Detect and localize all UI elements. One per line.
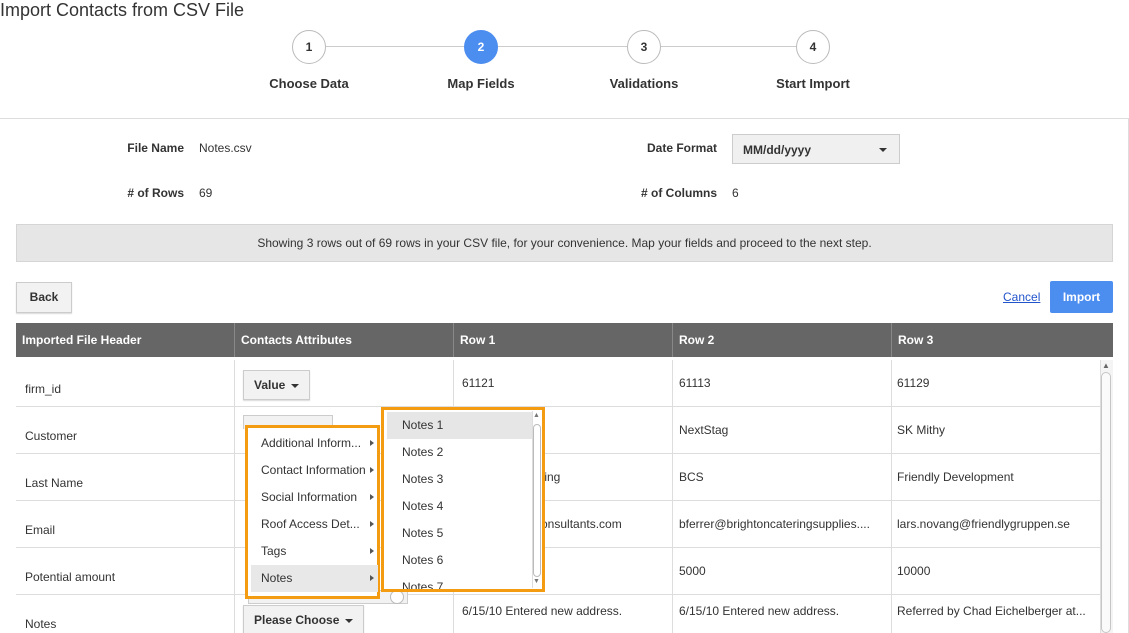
- caret-down-icon: [879, 148, 887, 152]
- table-row: firm_id Value 61121 61113 61129: [16, 360, 1100, 407]
- step-map-fields[interactable]: 2 Map Fields: [401, 30, 561, 91]
- step-label: Choose Data: [269, 76, 349, 91]
- chevron-right-icon: [370, 548, 374, 554]
- row1-cell: 6/15/10 Entered new address.: [454, 595, 673, 633]
- columns-value: 6: [732, 186, 739, 200]
- menu-item-tags[interactable]: Tags: [251, 538, 378, 565]
- row1-cell: 61121: [454, 360, 673, 407]
- row3-cell: 61129: [897, 376, 930, 390]
- imported-header-cell: Last Name: [16, 454, 235, 501]
- radio-icon: [390, 590, 404, 604]
- rows-value: 69: [199, 186, 213, 200]
- date-format-value: MM/dd/yyyy: [743, 143, 812, 157]
- table-row: Notes Please Choose 6/15/10 Entered new …: [16, 595, 1100, 633]
- imported-header-cell: Email: [16, 501, 235, 548]
- table-scrollbar-thumb[interactable]: [1101, 372, 1111, 633]
- table-row: Email onsultants.com bferrer@brightoncat…: [16, 501, 1100, 548]
- date-format-select[interactable]: MM/dd/yyyy: [732, 134, 900, 164]
- row3-cell: Referred by Chad Eichelberger at...: [897, 604, 1086, 618]
- chevron-right-icon: [370, 440, 374, 446]
- column-header: Row 3: [898, 333, 934, 347]
- scroll-up-icon[interactable]: ▲: [1102, 361, 1110, 370]
- submenu-item-notes-1[interactable]: Notes 1: [387, 412, 532, 439]
- column-header: Contacts Attributes: [235, 323, 454, 357]
- attribute-dropdown-label: Value: [254, 378, 286, 392]
- row2-cell: NextStag: [673, 407, 892, 454]
- date-format-label: Date Format: [646, 141, 717, 155]
- attribute-dropdown-button[interactable]: Please Choose: [243, 605, 364, 633]
- caret-down-icon: [344, 618, 353, 623]
- row2-cell: 5000: [673, 548, 892, 595]
- menu-item-label: Social Information: [261, 490, 358, 504]
- column-header: Row 2: [673, 323, 892, 357]
- table-row: Potential amount 5000 10000: [16, 548, 1100, 595]
- row3-cell: 10000: [897, 564, 931, 578]
- notes-submenu: Notes 1 Notes 2 Notes 3 Notes 4 Notes 5 …: [381, 407, 545, 592]
- caret-down-icon: [290, 383, 299, 388]
- table-row: Last Name ting BCS Friendly Development: [16, 454, 1100, 501]
- chevron-right-icon: [370, 467, 374, 473]
- row3-cell: SK Mithy: [897, 423, 946, 437]
- column-header: Imported File Header: [16, 323, 235, 357]
- step-label: Start Import: [776, 76, 850, 91]
- menu-item-social-information[interactable]: Social Information: [251, 484, 378, 511]
- menu-item-label: Notes: [261, 571, 293, 585]
- row2-cell: 6/15/10 Entered new address.: [673, 595, 892, 633]
- submenu-item-notes-2[interactable]: Notes 2: [387, 439, 532, 466]
- menu-item-contact-information[interactable]: Contact Information: [251, 457, 378, 484]
- step-start-import[interactable]: 4 Start Import: [733, 30, 893, 91]
- submenu-item-notes-4[interactable]: Notes 4: [387, 493, 532, 520]
- row2-cell: 61113: [673, 360, 892, 407]
- scroll-down-icon[interactable]: ▼: [533, 578, 540, 585]
- info-message: Showing 3 rows out of 69 rows in your CS…: [16, 224, 1113, 262]
- menu-item-notes[interactable]: Notes: [251, 565, 378, 592]
- chevron-right-icon: [370, 575, 374, 581]
- scroll-up-icon[interactable]: ▲: [533, 412, 540, 419]
- menu-item-label: Additional Inform...: [261, 436, 362, 450]
- menu-item-label: Contact Information: [261, 463, 366, 477]
- menu-item-roof-access-details[interactable]: Roof Access Det...: [251, 511, 378, 538]
- file-name-value: Notes.csv: [199, 141, 252, 155]
- back-button[interactable]: Back: [16, 282, 72, 313]
- row3-cell: lars.novang@friendlygruppen.se: [897, 517, 1070, 531]
- table-row: Customer NextStag SK Mithy: [16, 407, 1100, 454]
- table-header: Imported File Header Contacts Attributes…: [16, 323, 1113, 357]
- submenu-item-notes-5[interactable]: Notes 5: [387, 520, 532, 547]
- attribute-category-menu: Additional Inform... Contact Information…: [245, 425, 380, 599]
- menu-item-label: Roof Access Det...: [261, 517, 360, 531]
- imported-header-cell: Customer: [16, 407, 235, 454]
- step-validations[interactable]: 3 Validations: [564, 30, 724, 91]
- chevron-right-icon: [370, 521, 374, 527]
- step-number: 4: [796, 30, 830, 64]
- file-name-label: File Name: [127, 141, 184, 155]
- columns-label: # of Columns: [640, 186, 717, 200]
- step-number: 2: [464, 30, 498, 64]
- step-number: 3: [627, 30, 661, 64]
- rows-label: # of Rows: [127, 186, 184, 200]
- attribute-cell: Value: [235, 360, 454, 407]
- step-label: Map Fields: [447, 76, 515, 91]
- column-header: Row 1: [454, 323, 673, 357]
- submenu-item-notes-3[interactable]: Notes 3: [387, 466, 532, 493]
- menu-item-additional-information[interactable]: Additional Inform...: [251, 430, 378, 457]
- row2-cell: bferrer@brightoncateringsupplies....: [673, 501, 892, 548]
- row2-cell: BCS: [673, 454, 892, 501]
- imported-header-cell: firm_id: [16, 360, 235, 407]
- cancel-link[interactable]: Cancel: [1003, 290, 1040, 304]
- imported-header-cell: Potential amount: [16, 548, 235, 595]
- submenu-scrollbar-thumb[interactable]: [533, 424, 541, 577]
- step-number: 1: [292, 30, 326, 64]
- menu-item-label: Tags: [261, 544, 287, 558]
- attribute-dropdown-label: Please Choose: [254, 613, 340, 627]
- import-button[interactable]: Import: [1050, 281, 1113, 313]
- submenu-item-notes-7[interactable]: Notes 7: [387, 574, 532, 589]
- step-choose-data[interactable]: 1 Choose Data: [229, 30, 389, 91]
- submenu-item-notes-6[interactable]: Notes 6: [387, 547, 532, 574]
- attribute-dropdown-button[interactable]: Value: [243, 370, 310, 400]
- step-label: Validations: [609, 76, 679, 91]
- chevron-right-icon: [370, 494, 374, 500]
- row3-cell: Friendly Development: [897, 470, 1014, 484]
- imported-header-cell: Notes: [16, 595, 235, 633]
- page-title: Import Contacts from CSV File: [0, 0, 245, 20]
